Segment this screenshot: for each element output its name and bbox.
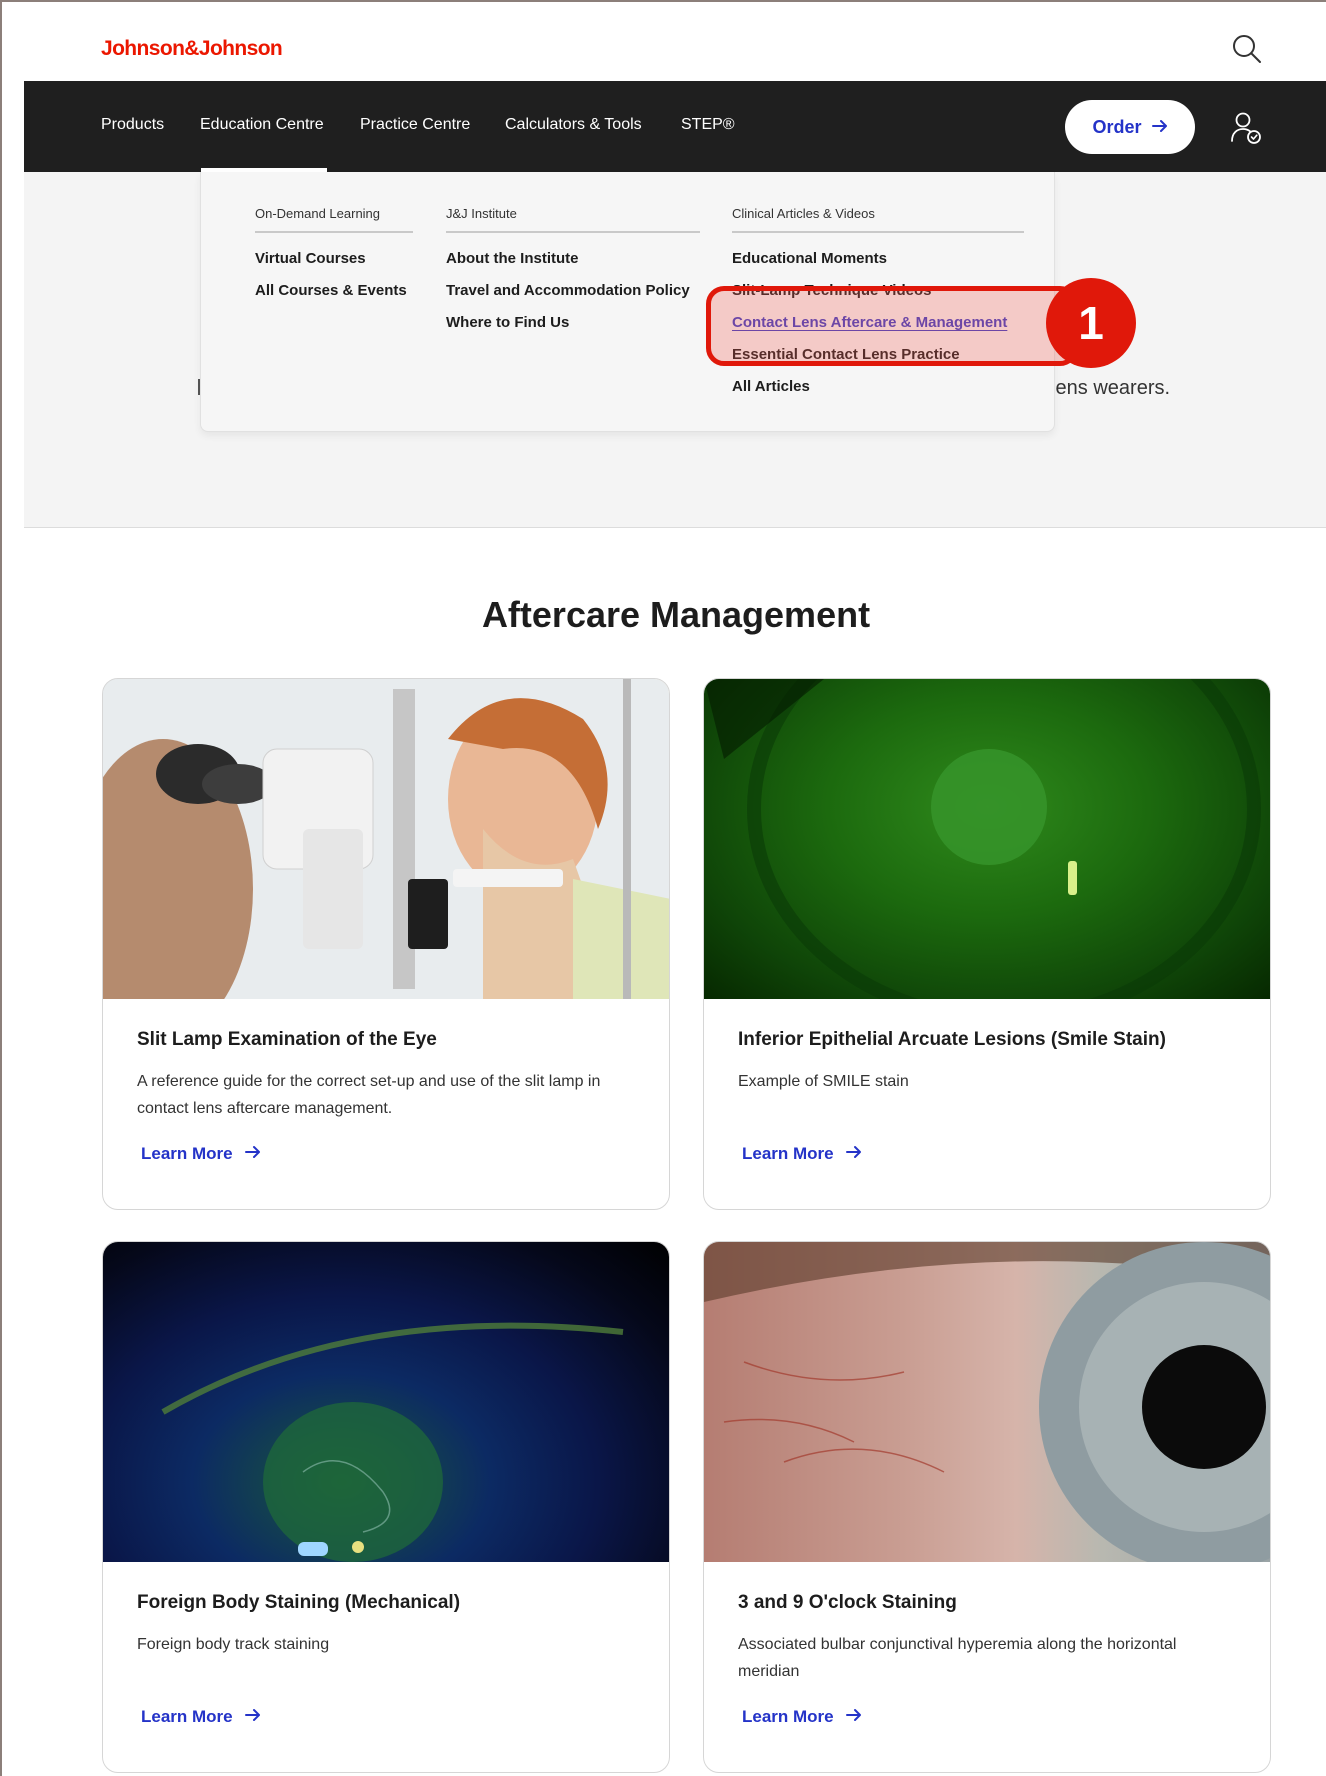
- user-account-icon[interactable]: [1229, 109, 1263, 147]
- nav-item-practice-centre[interactable]: Practice Centre: [360, 116, 470, 134]
- learn-more-label: Learn More: [141, 1707, 233, 1726]
- order-button-label: Order: [1092, 116, 1142, 137]
- learn-more-link[interactable]: Learn More: [141, 1144, 261, 1164]
- nav-item-calculators-tools[interactable]: Calculators & Tools: [505, 116, 642, 134]
- learn-more-label: Learn More: [742, 1144, 834, 1163]
- article-card[interactable]: Slit Lamp Examination of the Eye A refer…: [102, 678, 670, 1210]
- section-title: Aftercare Management: [481, 594, 871, 635]
- card-description: Example of SMILE stain: [738, 1073, 909, 1090]
- top-bar: Johnson&Johnson: [24, 2, 1326, 81]
- menu-link-all-courses-events[interactable]: All Courses & Events: [255, 282, 407, 299]
- card-title: Slit Lamp Examination of the Eye: [137, 1029, 437, 1050]
- page: Johnson&Johnson Products Education Centr…: [24, 2, 1326, 1776]
- learn-more-link[interactable]: Learn More: [141, 1707, 261, 1727]
- dropdown-heading-on-demand: On-Demand Learning: [255, 206, 413, 233]
- learn-more-link[interactable]: Learn More: [742, 1707, 862, 1727]
- arrow-right-icon: [1151, 117, 1168, 138]
- search-icon[interactable]: [1230, 32, 1264, 66]
- order-button[interactable]: Order: [1065, 100, 1195, 154]
- menu-link-travel-policy[interactable]: Travel and Accommodation Policy: [446, 282, 690, 299]
- learn-more-label: Learn More: [742, 1707, 834, 1726]
- article-card[interactable]: Foreign Body Staining (Mechanical) Forei…: [102, 1241, 670, 1773]
- dropdown-heading-jj-institute: J&J Institute: [446, 206, 700, 233]
- card-title: Inferior Epithelial Arcuate Lesions (Smi…: [738, 1029, 1166, 1050]
- menu-link-educational-moments[interactable]: Educational Moments: [732, 250, 887, 267]
- card-image-smile-stain: [704, 679, 1270, 1026]
- card-image-foreign-body-staining: [103, 1242, 669, 1562]
- menu-link-where-to-find-us[interactable]: Where to Find Us: [446, 314, 569, 331]
- nav-item-education-centre[interactable]: Education Centre: [200, 116, 324, 134]
- step-number-badge: 1: [1046, 278, 1136, 368]
- menu-link-all-articles[interactable]: All Articles: [732, 378, 810, 395]
- arrow-right-icon: [244, 1144, 261, 1164]
- card-image-slit-lamp-exam: [103, 679, 669, 1039]
- brand-logo[interactable]: Johnson&Johnson: [101, 37, 283, 61]
- dropdown-heading-clinical-articles: Clinical Articles & Videos: [732, 206, 1024, 233]
- card-description: A reference guide for the correct set-up…: [137, 1073, 601, 1117]
- card-description: Foreign body track staining: [137, 1636, 330, 1653]
- browser-frame: Johnson&Johnson Products Education Centr…: [0, 0, 1326, 1776]
- arrow-right-icon: [845, 1707, 862, 1727]
- arrow-right-icon: [845, 1144, 862, 1164]
- menu-link-about-institute[interactable]: About the Institute: [446, 250, 578, 267]
- card-title: Foreign Body Staining (Mechanical): [137, 1592, 461, 1613]
- nav-item-products[interactable]: Products: [101, 116, 164, 134]
- card-title: 3 and 9 O'clock Staining: [738, 1592, 957, 1613]
- highlight-annotation-box: [706, 286, 1078, 366]
- learn-more-label: Learn More: [141, 1144, 233, 1163]
- nav-item-step[interactable]: STEP®: [681, 116, 735, 134]
- card-image-3-9-oclock-staining: [704, 1242, 1270, 1572]
- card-description: Associated bulbar conjunctival hyperemia…: [738, 1636, 1177, 1680]
- article-card[interactable]: Inferior Epithelial Arcuate Lesions (Smi…: [703, 678, 1271, 1210]
- arrow-right-icon: [244, 1707, 261, 1727]
- main-nav: Products Education Centre Practice Centr…: [24, 81, 1326, 172]
- article-card[interactable]: 3 and 9 O'clock Staining Associated bulb…: [703, 1241, 1271, 1773]
- learn-more-link[interactable]: Learn More: [742, 1144, 862, 1164]
- menu-link-virtual-courses[interactable]: Virtual Courses: [255, 250, 366, 267]
